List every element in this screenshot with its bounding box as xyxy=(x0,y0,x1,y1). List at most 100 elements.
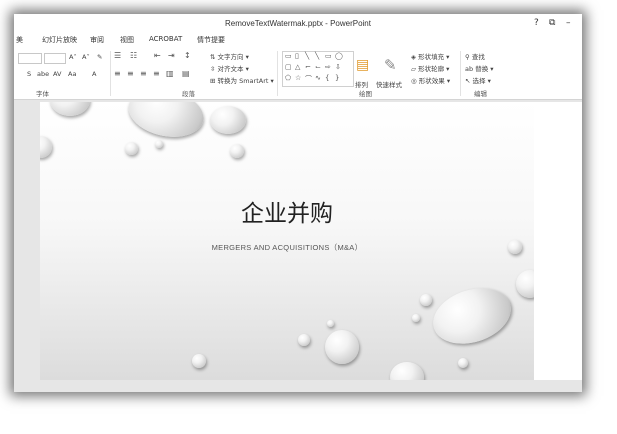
align-text-button[interactable]: ⇳ 对齐文本 ▾ xyxy=(210,63,249,73)
oval-shape-icon[interactable]: ◯ xyxy=(335,52,343,60)
textbox-vertical-shape-icon[interactable]: ▯ xyxy=(295,52,299,60)
freeform-shape-icon[interactable]: ∿ xyxy=(315,74,321,82)
line-shape-icon[interactable]: ╲ xyxy=(305,52,309,60)
rectangle-shape-icon[interactable]: ▭ xyxy=(325,52,332,60)
text-direction-button[interactable]: ⇅ 文字方向 ▾ xyxy=(210,51,249,61)
font-size-box[interactable] xyxy=(44,53,66,64)
ribbon: A˄ A˅ ✎ S abe AV Aa A 字体 ☰ ☷ ⇤ ⇥ ↕ ≡ ≡ ≡… xyxy=(14,48,582,100)
tab-slideshow[interactable]: 幻灯片放映 xyxy=(42,35,77,45)
curve-shape-icon[interactable]: ⌒ xyxy=(305,74,312,84)
tab-storyboarding[interactable]: 情节提要 xyxy=(197,35,225,45)
water-drop xyxy=(425,278,519,354)
triangle-shape-icon[interactable]: △ xyxy=(295,63,300,71)
shape-outline-button[interactable]: ▱ 形状轮廓 ▾ xyxy=(411,63,449,73)
font-color-button[interactable]: A xyxy=(92,70,96,78)
window-title: RemoveTextWatermak.pptx - PowerPoint xyxy=(225,19,371,28)
replace-label: 替换 xyxy=(475,65,489,73)
water-drop xyxy=(420,294,432,306)
font-name-box[interactable] xyxy=(18,53,42,64)
text-direction-label: 文字方向 xyxy=(217,53,244,61)
grow-font-button[interactable]: A˄ xyxy=(69,53,77,61)
slide-subtitle[interactable]: MERGERS AND ACQUISITIONS（M&A） xyxy=(40,242,534,253)
connector-shape-icon[interactable]: ⌐ xyxy=(305,63,311,71)
rounded-rectangle-shape-icon[interactable]: ▢ xyxy=(285,63,292,71)
shadow-button[interactable]: S xyxy=(27,70,31,78)
decrease-indent-icon[interactable]: ⇤ xyxy=(154,51,161,60)
editing-group-label: 编辑 xyxy=(474,90,487,98)
water-drop xyxy=(458,358,468,368)
water-drop xyxy=(50,102,90,116)
shape-fill-label: 形状填充 xyxy=(418,53,445,61)
paragraph-group-label: 段落 xyxy=(182,90,195,98)
minimize-button[interactable]: – xyxy=(566,18,571,28)
shapes-gallery[interactable]: ▭ ▯ ╲ ╲ ▭ ◯ ▢ △ ⌐ ⌙ ⇨ ⇩ ⬠ ☆ ⌒ ∿ { } xyxy=(282,51,354,87)
clear-formatting-button[interactable]: ✎ xyxy=(97,53,102,61)
brace-right-shape-icon[interactable]: } xyxy=(335,74,339,82)
shape-fill-button[interactable]: ◈ 形状填充 ▾ xyxy=(411,51,449,61)
help-button[interactable]: ? xyxy=(534,18,539,28)
title-bar: RemoveTextWatermak.pptx - PowerPoint ? ⧉… xyxy=(14,14,582,34)
replace-icon: ab xyxy=(465,65,474,73)
star-shape-icon[interactable]: ☆ xyxy=(295,74,301,82)
distributed-icon[interactable]: ▥ xyxy=(166,69,174,78)
flowchart-shape-icon[interactable]: ⬠ xyxy=(285,74,291,82)
workspace-right-margin xyxy=(534,102,582,380)
find-button[interactable]: ⚲ 查找 xyxy=(465,51,485,61)
replace-button[interactable]: ab 替换 ▾ xyxy=(465,63,494,73)
bullets-icon[interactable]: ☰ xyxy=(114,51,121,60)
numbering-icon[interactable]: ☷ xyxy=(130,51,137,60)
tab-acrobat[interactable]: ACROBAT xyxy=(149,35,182,43)
right-arrow-shape-icon[interactable]: ⇨ xyxy=(325,63,331,71)
slide-title[interactable]: 企业并购 xyxy=(40,194,534,228)
justify-icon[interactable]: ≡ xyxy=(153,69,160,78)
water-drop xyxy=(516,270,534,298)
convert-smartart-label: 转换为 SmartArt xyxy=(217,77,269,85)
brace-shape-icon[interactable]: { xyxy=(325,74,329,82)
shrink-font-button[interactable]: A˅ xyxy=(82,53,90,61)
group-separator xyxy=(110,51,111,96)
ribbon-tabs: 美 幻灯片放映 审阅 视图 ACROBAT 情节提要 xyxy=(14,34,582,48)
arrow-line-shape-icon[interactable]: ╲ xyxy=(315,52,319,60)
slide-canvas[interactable]: 企业并购 MERGERS AND ACQUISITIONS（M&A） xyxy=(40,102,534,380)
font-group-label: 字体 xyxy=(36,90,49,98)
textbox-shape-icon[interactable]: ▭ xyxy=(285,52,292,60)
shape-outline-label: 形状轮廓 xyxy=(418,65,445,73)
shape-effects-label: 形状效果 xyxy=(418,77,445,85)
align-text-label: 对齐文本 xyxy=(217,65,244,73)
align-center-icon[interactable]: ≡ xyxy=(127,69,134,78)
ribbon-display-options-button[interactable]: ⧉ xyxy=(549,18,555,28)
binoculars-icon: ⚲ xyxy=(465,53,470,61)
powerpoint-window: RemoveTextWatermak.pptx - PowerPoint ? ⧉… xyxy=(14,14,582,392)
quick-styles-button[interactable]: 快速样式 xyxy=(376,79,402,89)
tab-review[interactable]: 审阅 xyxy=(90,35,104,45)
group-separator xyxy=(460,51,461,96)
elbow-shape-icon[interactable]: ⌙ xyxy=(315,63,321,71)
water-drop xyxy=(124,102,208,144)
water-drop xyxy=(390,362,424,380)
align-left-icon[interactable]: ≡ xyxy=(114,69,121,78)
tab-view[interactable]: 视图 xyxy=(120,35,134,45)
cursor-icon: ↖ xyxy=(465,77,471,85)
columns-icon[interactable]: ▤ xyxy=(182,69,190,78)
water-drop xyxy=(155,140,163,148)
select-button[interactable]: ↖ 选择 ▾ xyxy=(465,75,491,85)
change-case-button[interactable]: Aa xyxy=(68,70,76,78)
find-label: 查找 xyxy=(471,53,485,61)
align-right-icon[interactable]: ≡ xyxy=(140,69,147,78)
water-drop xyxy=(325,330,359,364)
water-drop xyxy=(125,142,138,155)
strikethrough-button[interactable]: abe xyxy=(37,70,49,78)
quick-styles-icon[interactable]: ✎ xyxy=(384,56,397,74)
convert-smartart-button[interactable]: ⊞ 转换为 SmartArt ▾ xyxy=(210,75,274,85)
line-spacing-icon[interactable]: ↕ xyxy=(184,51,191,60)
water-drop xyxy=(230,144,244,158)
tab-design-partial[interactable]: 美 xyxy=(16,35,23,45)
select-label: 选择 xyxy=(472,77,486,85)
down-arrow-shape-icon[interactable]: ⇩ xyxy=(335,63,341,71)
character-spacing-button[interactable]: AV xyxy=(53,70,61,78)
water-drop xyxy=(192,354,206,368)
shape-effects-button[interactable]: ◎ 形状效果 ▾ xyxy=(411,75,450,85)
increase-indent-icon[interactable]: ⇥ xyxy=(168,51,175,60)
arrange-icon[interactable]: ▤ xyxy=(356,57,369,73)
drawing-group-label: 绘图 xyxy=(359,90,372,98)
